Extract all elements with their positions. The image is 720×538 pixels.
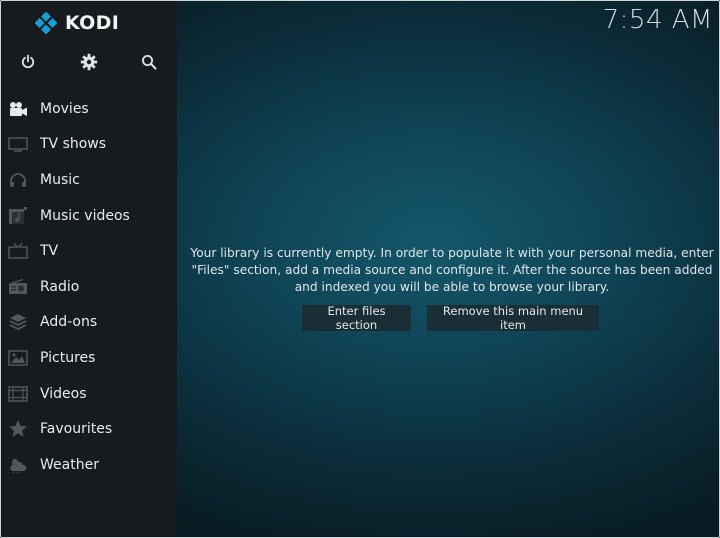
clock: 7:54 AM (602, 5, 713, 35)
menu-item-videos[interactable]: Videos (1, 376, 177, 412)
menu-item-label: Pictures (40, 349, 96, 366)
power-icon[interactable] (15, 49, 41, 75)
menu-item-label: Add-ons (40, 314, 98, 331)
tv-icon (7, 241, 29, 261)
empty-library-message: Your library is currently empty. In orde… (190, 246, 714, 294)
menu-item-pictures[interactable]: Pictures (1, 340, 177, 376)
menu-item-music-videos[interactable]: Music videos (1, 198, 177, 234)
menu-item-label: TV (40, 243, 59, 260)
search-icon[interactable] (136, 49, 162, 75)
menu-item-label: TV shows (40, 136, 107, 153)
app-window: KODI Movies TV shows Music Music videos … (0, 0, 720, 538)
radio-icon (7, 277, 29, 297)
menu-item-label: Videos (40, 385, 87, 402)
film-icon (7, 384, 29, 404)
menu-item-label: Music (40, 171, 80, 188)
headphones-icon (7, 170, 29, 190)
menu-item-add-ons[interactable]: Add-ons (1, 305, 177, 341)
picture-icon (7, 348, 29, 368)
box-icon (7, 312, 29, 332)
menu-item-weather[interactable]: Weather (1, 447, 177, 483)
app-name: KODI (65, 12, 120, 34)
menu-item-label: Radio (40, 278, 80, 295)
main-menu: Movies TV shows Music Music videos TV Ra… (1, 91, 177, 483)
star-icon (7, 419, 29, 439)
weather-icon (7, 455, 29, 475)
enter-files-section-button[interactable]: Enter files section (302, 304, 411, 332)
menu-item-music[interactable]: Music (1, 162, 177, 198)
monitor-icon (7, 134, 29, 154)
menu-item-favourites[interactable]: Favourites (1, 411, 177, 447)
music-video-icon (7, 206, 29, 226)
remove-menu-item-button[interactable]: Remove this main menu item (427, 304, 599, 332)
menu-item-tv-shows[interactable]: TV shows (1, 127, 177, 163)
menu-item-label: Music videos (40, 207, 130, 224)
menu-item-tv[interactable]: TV (1, 233, 177, 269)
menu-item-label: Favourites (40, 421, 113, 438)
movie-camera-icon (7, 99, 29, 119)
sidebar: KODI Movies TV shows Music Music videos … (1, 1, 177, 537)
gear-icon[interactable] (76, 49, 102, 75)
menu-item-radio[interactable]: Radio (1, 269, 177, 305)
top-icon-bar (1, 49, 177, 75)
kodi-logo[interactable]: KODI (35, 11, 119, 35)
menu-item-label: Movies (40, 100, 89, 117)
menu-item-label: Weather (40, 456, 99, 473)
kodi-logo-icon (35, 12, 57, 34)
menu-item-movies[interactable]: Movies (1, 91, 177, 127)
